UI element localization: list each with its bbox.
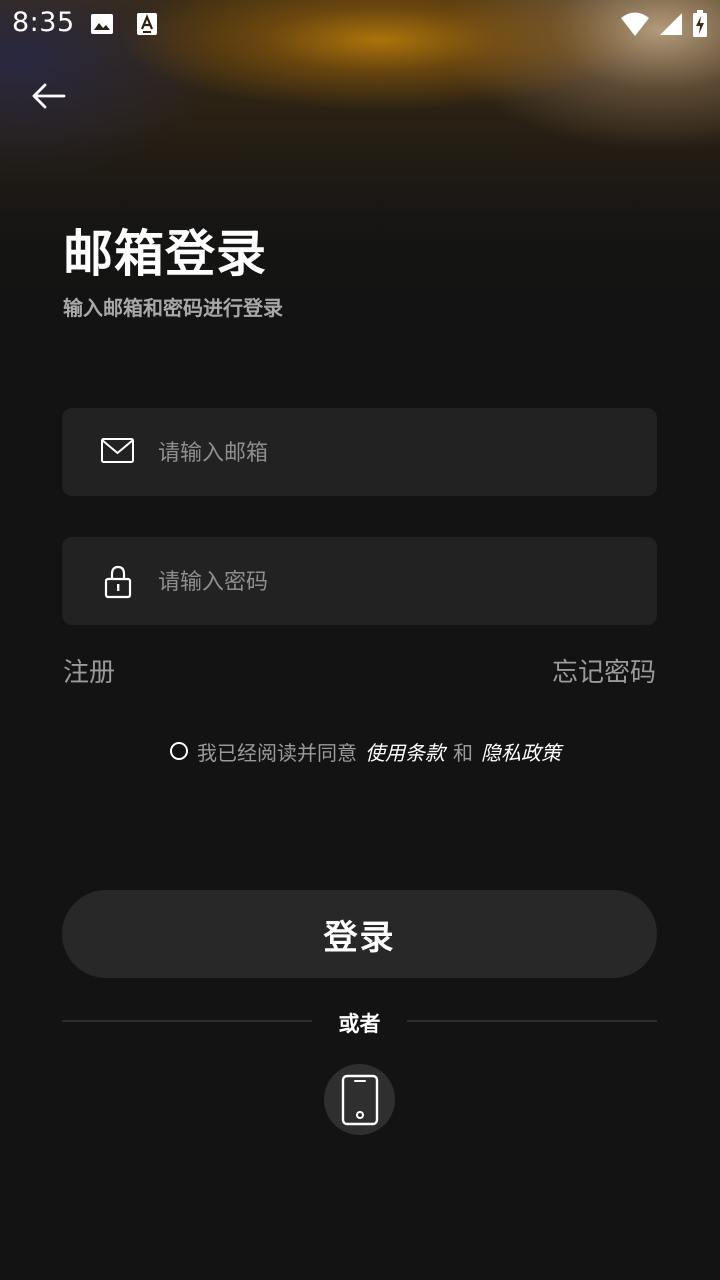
mail-icon xyxy=(100,436,136,470)
or-label: 或者 xyxy=(338,1012,381,1036)
agreement-radio[interactable] xyxy=(170,742,188,760)
signal-icon xyxy=(658,11,684,41)
image-icon xyxy=(90,12,114,40)
status-right-group xyxy=(620,10,708,42)
divider-right xyxy=(407,1020,657,1022)
page-title: 邮箱登录 xyxy=(63,225,267,283)
back-button[interactable] xyxy=(24,72,72,120)
password-input[interactable] xyxy=(156,537,640,627)
register-link[interactable]: 注册 xyxy=(63,652,115,689)
divider-left xyxy=(62,1020,312,1022)
email-field[interactable] xyxy=(62,408,657,498)
phone-login-button[interactable] xyxy=(324,1064,395,1135)
agreement-conjunction: 和 xyxy=(453,740,473,765)
a-box-icon xyxy=(136,12,158,40)
password-field[interactable] xyxy=(62,537,657,627)
status-time: 8:35 xyxy=(12,7,75,38)
smartphone-icon xyxy=(341,1074,378,1125)
agreement-prefix: 我已经阅读并同意 xyxy=(197,740,357,765)
status-bar: 8:35 xyxy=(0,0,720,48)
battery-charging-icon xyxy=(692,10,708,42)
login-screen: 8:35 邮箱登录 输入邮箱和密码进行登录 请输入邮箱 注册 忘记密码 我已经阅… xyxy=(0,0,720,1280)
page-subtitle: 输入邮箱和密码进行登录 xyxy=(63,296,283,320)
email-input[interactable] xyxy=(156,408,640,498)
arrow-left-icon xyxy=(32,83,66,109)
login-button[interactable]: 登录 xyxy=(62,890,657,978)
forgot-password-link[interactable]: 忘记密码 xyxy=(552,652,656,689)
privacy-link[interactable]: 隐私政策 xyxy=(481,737,561,766)
wifi-icon xyxy=(620,11,650,41)
terms-link[interactable]: 使用条款 xyxy=(365,737,445,766)
lock-icon xyxy=(100,565,136,603)
agreement-row: 我已经阅读并同意 使用条款 和 隐私政策 xyxy=(170,736,561,766)
